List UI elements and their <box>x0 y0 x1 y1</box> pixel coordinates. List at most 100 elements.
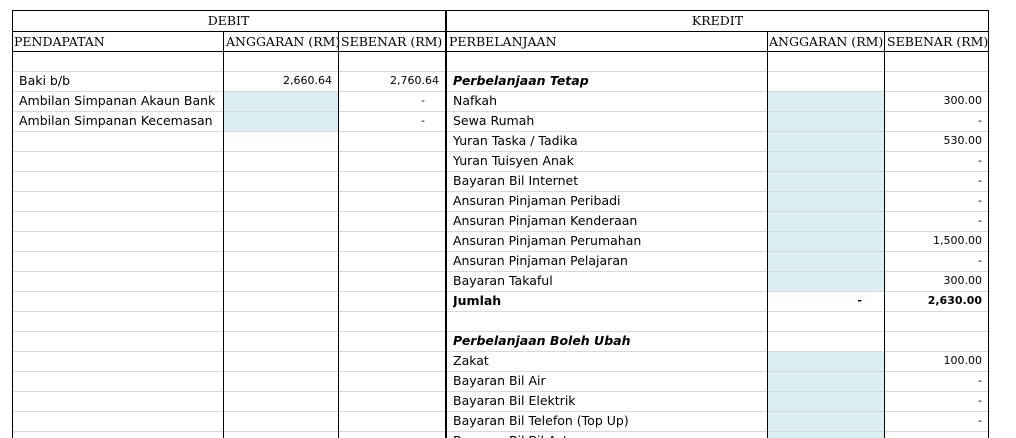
col-kredit-sebenar: SEBENAR (RM) <box>887 34 989 49</box>
border-line <box>12 10 13 438</box>
debit-row-anggaran[interactable]: 2,660.64 <box>226 71 332 91</box>
border-line <box>884 31 885 438</box>
col-debit-anggaran: ANGGARAN (RM) <box>226 34 341 49</box>
border-line <box>446 31 989 32</box>
border-line <box>446 51 989 52</box>
grid-line <box>446 211 989 212</box>
border-line <box>767 31 768 438</box>
kredit-row-sebenar[interactable]: - <box>885 411 982 431</box>
kredit-row-label[interactable]: Bayaran Takaful <box>453 271 553 291</box>
grid-line <box>446 431 989 432</box>
kredit-ubah-anggaran-input-shade[interactable] <box>768 351 884 438</box>
grid-line <box>12 411 445 412</box>
grid-line <box>446 371 989 372</box>
debit-row-sebenar[interactable]: - <box>341 111 425 131</box>
kredit-row-sebenar[interactable]: - <box>885 251 982 271</box>
kredit-row-label[interactable]: Sewa Rumah <box>453 111 534 131</box>
grid-line <box>12 71 445 72</box>
kredit-header: KREDIT <box>691 13 744 28</box>
col-pendapatan: PENDAPATAN <box>14 34 105 49</box>
border-line <box>12 10 445 11</box>
kredit-row-sebenar[interactable]: - <box>885 391 982 411</box>
kredit-row-sebenar[interactable]: 300.00 <box>885 271 983 291</box>
grid-line <box>12 351 445 352</box>
border-line <box>446 10 447 438</box>
grid-line <box>446 171 989 172</box>
grid-line <box>12 211 445 212</box>
grid-line <box>446 331 989 332</box>
grid-line <box>12 311 445 312</box>
grid-line <box>12 391 445 392</box>
grid-line <box>12 331 445 332</box>
kredit-row-sebenar[interactable]: 300.00 <box>885 91 983 111</box>
kredit-row-sebenar[interactable]: 1,500.00 <box>885 231 982 251</box>
kredit-row-sebenar[interactable] <box>885 431 982 438</box>
grid-line <box>446 351 989 352</box>
grid-line <box>446 71 989 72</box>
kredit-row-sebenar[interactable]: - <box>885 191 982 211</box>
grid-line <box>446 271 989 272</box>
col-kredit-anggaran: ANGGARAN (RM) <box>769 34 884 49</box>
grid-line <box>12 91 445 92</box>
grid-line <box>12 231 445 232</box>
debit-row-label[interactable]: Baki b/b <box>19 71 70 91</box>
debit-header: DEBIT <box>207 13 250 28</box>
kredit-row-label[interactable]: Bayaran Bil Elektrik <box>453 391 576 411</box>
kredit-row-sebenar[interactable]: - <box>885 111 982 131</box>
grid-line <box>446 291 989 292</box>
budget-spreadsheet: DEBIT KREDIT PENDAPATAN ANGGARAN (RM) SE… <box>0 0 1016 438</box>
section-perbelanjaan-tetap[interactable]: Perbelanjaan Tetap <box>453 71 589 91</box>
border-line <box>338 31 339 438</box>
grid-line <box>12 131 445 132</box>
grid-line <box>446 91 989 92</box>
jumlah-sebenar[interactable]: 2,630.00 <box>885 291 982 311</box>
border-line <box>223 31 224 438</box>
jumlah-anggaran[interactable]: - <box>768 291 862 311</box>
kredit-row-label[interactable]: Zakat <box>453 351 489 371</box>
grid-line <box>446 391 989 392</box>
debit-row-sebenar[interactable]: - <box>341 91 425 111</box>
kredit-row-label[interactable]: Ansuran Pinjaman Kenderaan <box>453 211 637 231</box>
grid-line <box>446 231 989 232</box>
border-line <box>12 51 445 52</box>
grid-line <box>12 431 445 432</box>
kredit-row-label[interactable]: Yuran Tuisyen Anak <box>453 151 574 171</box>
kredit-row-label[interactable]: Bayaran Bil Air <box>453 371 546 391</box>
grid-line <box>446 311 989 312</box>
grid-line <box>446 131 989 132</box>
grid-line <box>446 111 989 112</box>
debit-row-label[interactable]: Ambilan Simpanan Akaun Bank <box>19 91 215 111</box>
grid-line <box>446 151 989 152</box>
kredit-row-label[interactable]: Ansuran Pinjaman Pelajaran <box>453 251 628 271</box>
grid-line <box>12 271 445 272</box>
debit-row-label[interactable]: Ambilan Simpanan Kecemasan <box>19 111 213 131</box>
grid-line <box>12 151 445 152</box>
grid-line <box>12 371 445 372</box>
grid-line <box>446 251 989 252</box>
border-line <box>988 10 989 438</box>
kredit-row-label[interactable]: Bayaran Bil Internet <box>453 171 578 191</box>
grid-line <box>446 191 989 192</box>
kredit-row-sebenar[interactable]: - <box>885 151 982 171</box>
kredit-row-sebenar[interactable]: - <box>885 371 982 391</box>
border-line <box>446 10 989 11</box>
jumlah-label[interactable]: Jumlah <box>453 291 501 311</box>
kredit-row-label[interactable]: Ansuran Pinjaman Perumahan <box>453 231 641 251</box>
grid-line <box>446 411 989 412</box>
kredit-row-sebenar[interactable]: - <box>885 211 982 231</box>
kredit-row-sebenar[interactable]: - <box>885 171 982 191</box>
kredit-row-label[interactable]: Bayaran Bil Bil Astro <box>453 431 580 438</box>
grid-line <box>12 251 445 252</box>
section-perbelanjaan-boleh-ubah[interactable]: Perbelanjaan Boleh Ubah <box>453 331 630 351</box>
border-line <box>12 31 445 32</box>
kredit-row-label[interactable]: Bayaran Bil Telefon (Top Up) <box>453 411 629 431</box>
kredit-row-label[interactable]: Nafkah <box>453 91 497 111</box>
kredit-row-sebenar[interactable]: 530.00 <box>885 131 983 151</box>
debit-row-sebenar[interactable]: 2,760.64 <box>341 71 439 91</box>
kredit-row-label[interactable]: Ansuran Pinjaman Peribadi <box>453 191 621 211</box>
col-perbelanjaan: PERBELANJAAN <box>449 34 557 49</box>
grid-line <box>12 171 445 172</box>
grid-line <box>12 291 445 292</box>
kredit-row-sebenar[interactable]: 100.00 <box>885 351 983 371</box>
kredit-row-label[interactable]: Yuran Taska / Tadika <box>453 131 578 151</box>
